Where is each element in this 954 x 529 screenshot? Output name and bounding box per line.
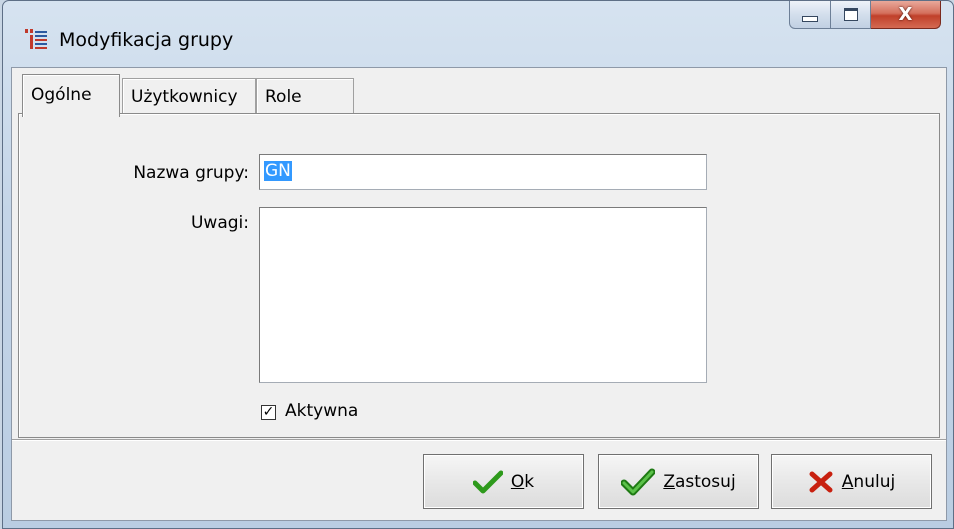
button-bar-divider [12,439,946,440]
minimize-icon [802,15,818,22]
dialog-client-area: Ogólne Użytkownicy Role Nazwa grupy: GN … [11,67,947,521]
cancel-button[interactable]: Anuluj [771,454,932,509]
app-icon [25,29,47,49]
apply-check-icon [621,468,656,495]
active-checkbox[interactable]: ✓ [261,405,276,420]
caption-buttons: X [789,1,941,31]
cancel-button-label: Anuluj [841,471,896,492]
cancel-x-icon [809,471,833,492]
checkmark-icon: ✓ [262,404,275,420]
window-title: Modyfikacja grupy [59,29,234,51]
tab-panel-general: Nazwa grupy: GN Uwagi: ✓ Aktywna [18,113,940,438]
tab-label: Ogólne [31,85,92,105]
tab-label: Użytkownicy [131,87,238,107]
dialog-window: Modyfikacja grupy X Ogólne Użytkownicy R… [2,0,954,529]
ok-check-icon [472,470,503,493]
maximize-icon [843,8,858,21]
group-name-label: Nazwa grupy: [133,163,249,183]
group-name-value: GN [264,161,292,181]
apply-button-label: Zastosuj [663,471,736,492]
apply-button[interactable]: Zastosuj [598,454,759,509]
close-icon: X [898,4,913,25]
maximize-button[interactable] [831,1,871,29]
tab-general[interactable]: Ogólne [22,74,120,117]
tab-users[interactable]: Użytkownicy [122,78,256,114]
notes-textarea[interactable] [259,207,707,383]
tab-label: Role [265,87,302,107]
close-button[interactable]: X [871,1,941,29]
ok-button-label: Ok [510,471,535,492]
ok-button[interactable]: Ok [423,454,584,509]
notes-label: Uwagi: [190,213,249,233]
active-checkbox-label[interactable]: Aktywna [285,401,358,421]
title-bar[interactable]: Modyfikacja grupy X [3,1,953,67]
tab-roles[interactable]: Role [256,78,354,114]
minimize-button[interactable] [789,1,831,29]
group-name-input[interactable]: GN [259,154,707,190]
